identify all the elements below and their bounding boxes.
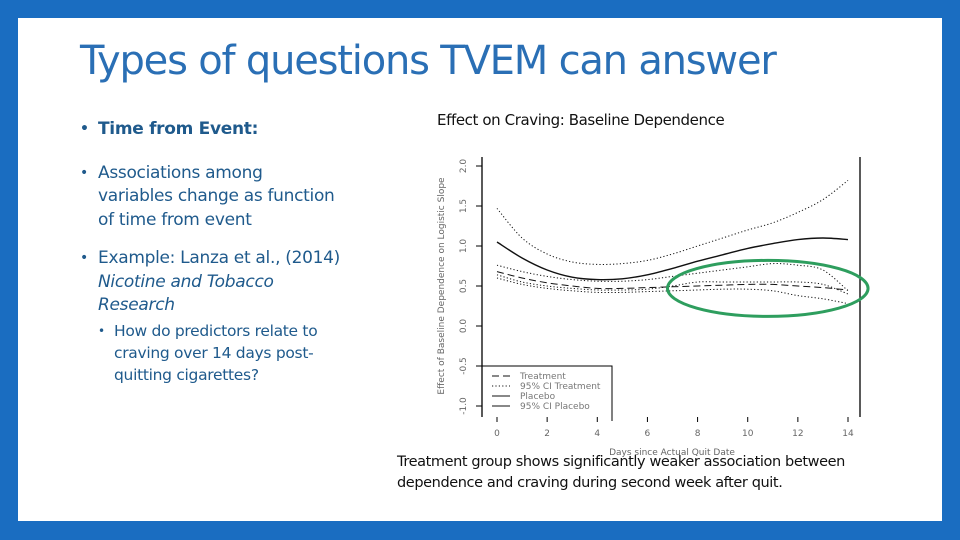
x-tick-label: 12 <box>792 429 803 439</box>
legend-label: Treatment <box>519 372 566 382</box>
x-tick-label: 6 <box>645 429 651 439</box>
chart-annotation <box>665 258 870 318</box>
x-tick-label: 14 <box>842 429 854 439</box>
x-tick-label: 0 <box>494 429 500 439</box>
legend-label: 95% CI Treatment <box>520 382 601 392</box>
x-tick-label: 4 <box>594 429 600 439</box>
chart-legend: Treatment95% CI TreatmentPlacebo95% CI P… <box>482 365 613 421</box>
series-line-placebo <box>496 237 849 281</box>
chart-series <box>496 180 849 305</box>
y-tick-label: -1.0 <box>459 397 469 415</box>
highlight-ellipse <box>665 258 870 318</box>
y-tick-label: 2.0 <box>459 159 469 174</box>
x-tick-label: 10 <box>742 429 754 439</box>
series-line-95-ci-placebo <box>496 180 849 265</box>
legend-label: 95% CI Placebo <box>520 402 590 412</box>
chart-caption: Treatment group shows significantly weak… <box>397 454 845 491</box>
y-tick-label: -0.5 <box>459 357 469 375</box>
legend-label: Placebo <box>520 392 556 402</box>
x-tick-label: 2 <box>544 429 550 439</box>
y-tick-label: 1.5 <box>459 199 469 213</box>
y-tick-label: 0.5 <box>459 279 469 293</box>
y-tick-label: 1.0 <box>459 239 469 254</box>
y-axis-title: Effect of Baseline Dependence on Logisti… <box>437 177 447 395</box>
x-tick-label: 8 <box>695 429 701 439</box>
y-tick-label: 0.0 <box>459 319 469 334</box>
